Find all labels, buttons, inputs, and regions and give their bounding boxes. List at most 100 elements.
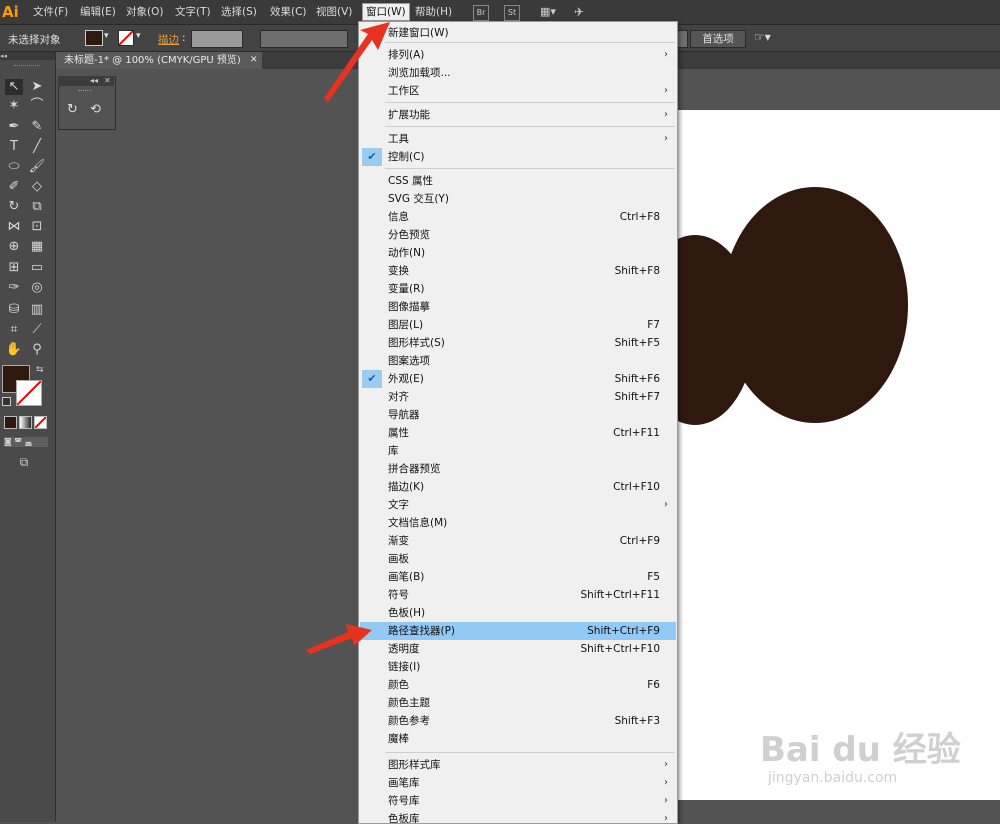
menu-item-label: 图案选项 xyxy=(388,355,430,367)
window-menu-item[interactable]: 工作区 › xyxy=(360,82,676,100)
menu-item-label: 图形样式库 xyxy=(388,759,441,771)
window-menu-item[interactable]: 浏览加载项... xyxy=(360,64,676,82)
menu-item-label: 图像描摹 xyxy=(388,301,430,313)
menu-item-shortcut: Shift+Ctrl+F9 xyxy=(587,625,660,637)
checkmark-icon: ✔ xyxy=(362,148,382,166)
submenu-chevron-icon: › xyxy=(664,499,668,510)
menu-item-label: 库 xyxy=(388,445,399,457)
window-menu-item[interactable]: 魔棒 xyxy=(360,730,676,748)
submenu-chevron-icon: › xyxy=(664,795,668,806)
menu-item-label: 颜色参考 xyxy=(388,715,430,727)
checkmark-icon: ✔ xyxy=(362,370,382,388)
menu-item-label: 路径查找器(P) xyxy=(388,625,456,637)
window-menu-item[interactable]: 排列(A) › xyxy=(360,46,676,64)
menu-item-shortcut: Ctrl+F9 xyxy=(619,535,660,547)
window-menu-item[interactable]: 透明度 Shift+Ctrl+F10 xyxy=(360,640,676,658)
baidu-watermark: Bai du 经验 jingyan.baidu.com xyxy=(760,712,961,802)
window-menu-item[interactable]: 库 xyxy=(360,442,676,460)
window-menu-item[interactable]: 图像描摹 xyxy=(360,298,676,316)
window-menu-item[interactable]: 动作(N) xyxy=(360,244,676,262)
menu-separator xyxy=(385,102,675,103)
menu-item-label: 透明度 xyxy=(388,643,420,655)
window-menu-item[interactable]: 信息 Ctrl+F8 xyxy=(360,208,676,226)
window-menu-item[interactable]: 链接(I) xyxy=(360,658,676,676)
watermark-url: jingyan.baidu.com xyxy=(768,770,898,786)
menu-item-label: 信息 xyxy=(388,211,409,223)
window-menu-item[interactable]: 符号库 › xyxy=(360,792,676,810)
window-menu-item[interactable]: 导航器 xyxy=(360,406,676,424)
menu-item-label: 拼合器预览 xyxy=(388,463,441,475)
annotation-arrow-top xyxy=(324,22,390,102)
menu-item-label: 魔棒 xyxy=(388,733,409,745)
menu-item-label: 对齐 xyxy=(388,391,409,403)
annotation-arrow-bottom xyxy=(306,624,372,654)
menu-item-label: 符号 xyxy=(388,589,409,601)
menu-item-label: 颜色主题 xyxy=(388,697,430,709)
window-menu-item[interactable]: 颜色 F6 xyxy=(360,676,676,694)
window-menu-item[interactable]: 文档信息(M) xyxy=(360,514,676,532)
window-menu-item[interactable]: 色板(H) xyxy=(360,604,676,622)
menu-item-shortcut: Ctrl+F8 xyxy=(619,211,660,223)
menu-item-shortcut: Shift+F6 xyxy=(614,373,660,385)
window-menu-item[interactable]: 文字 › xyxy=(360,496,676,514)
window-menu-item[interactable]: 图形样式(S) Shift+F5 xyxy=(360,334,676,352)
menu-item-label: 分色预览 xyxy=(388,229,430,241)
watermark-brand: Bai du 经验 xyxy=(760,730,961,770)
window-menu-item[interactable]: 新建窗口(W) xyxy=(360,24,676,42)
submenu-chevron-icon: › xyxy=(664,133,668,144)
window-menu-item[interactable]: SVG 交互(Y) xyxy=(360,190,676,208)
submenu-chevron-icon: › xyxy=(664,85,668,96)
menu-item-label: 变换 xyxy=(388,265,409,277)
window-menu-item[interactable]: 路径查找器(P) Shift+Ctrl+F9 xyxy=(360,622,676,640)
window-menu-item[interactable]: 变量(R) xyxy=(360,280,676,298)
menu-item-label: 外观(E) xyxy=(388,373,424,385)
window-menu-item[interactable]: ✔ 控制(C) xyxy=(360,148,676,166)
menu-item-label: 控制(C) xyxy=(388,151,425,163)
menu-item-label: 工具 xyxy=(388,133,409,145)
menu-item-label: CSS 属性 xyxy=(388,175,433,187)
window-menu-item[interactable]: 符号 Shift+Ctrl+F11 xyxy=(360,586,676,604)
menu-item-label: 属性 xyxy=(388,427,409,439)
menu-item-shortcut: Shift+F3 xyxy=(614,715,660,727)
window-menu-item[interactable]: 颜色主题 xyxy=(360,694,676,712)
menu-separator xyxy=(385,126,675,127)
window-menu-item[interactable]: 图层(L) F7 xyxy=(360,316,676,334)
menu-item-label: 导航器 xyxy=(388,409,420,421)
menu-item-label: 变量(R) xyxy=(388,283,425,295)
menu-item-shortcut: Shift+Ctrl+F10 xyxy=(580,643,660,655)
window-menu-item[interactable]: CSS 属性 xyxy=(360,172,676,190)
window-menu-item[interactable]: 分色预览 xyxy=(360,226,676,244)
window-menu-item[interactable]: 图形样式库 › xyxy=(360,756,676,774)
menu-item-shortcut: Shift+F5 xyxy=(614,337,660,349)
submenu-chevron-icon: › xyxy=(664,49,668,60)
window-menu-item[interactable]: 对齐 Shift+F7 xyxy=(360,388,676,406)
menu-item-shortcut: F7 xyxy=(647,319,660,331)
window-menu-item[interactable]: 画笔库 › xyxy=(360,774,676,792)
window-menu-item[interactable]: 变换 Shift+F8 xyxy=(360,262,676,280)
window-menu-item[interactable]: 画板 xyxy=(360,550,676,568)
menu-item-label: 画笔库 xyxy=(388,777,420,789)
window-menu-item[interactable]: 属性 Ctrl+F11 xyxy=(360,424,676,442)
window-menu-item[interactable]: 画笔(B) F5 xyxy=(360,568,676,586)
menu-item-label: 画笔(B) xyxy=(388,571,425,583)
menu-separator xyxy=(385,168,675,169)
menu-item-label: 动作(N) xyxy=(388,247,426,259)
menu-item-shortcut: F5 xyxy=(647,571,660,583)
window-menu-item[interactable]: ✔ 外观(E) Shift+F6 xyxy=(360,370,676,388)
menu-item-label: 描边(K) xyxy=(388,481,425,493)
window-menu-item[interactable]: 工具 › xyxy=(360,130,676,148)
large-ellipse-shape[interactable] xyxy=(722,187,908,423)
menu-item-shortcut: F6 xyxy=(647,679,660,691)
menu-item-shortcut: Ctrl+F11 xyxy=(613,427,660,439)
menu-item-shortcut: Shift+Ctrl+F11 xyxy=(580,589,660,601)
menu-item-label: 画板 xyxy=(388,553,409,565)
menu-item-label: 文字 xyxy=(388,499,409,511)
window-menu-item[interactable]: 渐变 Ctrl+F9 xyxy=(360,532,676,550)
window-menu-item[interactable]: 扩展功能 › xyxy=(360,106,676,124)
window-menu-item[interactable]: 颜色参考 Shift+F3 xyxy=(360,712,676,730)
window-menu-item[interactable]: 图案选项 xyxy=(360,352,676,370)
submenu-chevron-icon: › xyxy=(664,759,668,770)
window-menu-item[interactable]: 拼合器预览 xyxy=(360,460,676,478)
window-menu-item[interactable]: 描边(K) Ctrl+F10 xyxy=(360,478,676,496)
menu-item-shortcut: Ctrl+F10 xyxy=(613,481,660,493)
